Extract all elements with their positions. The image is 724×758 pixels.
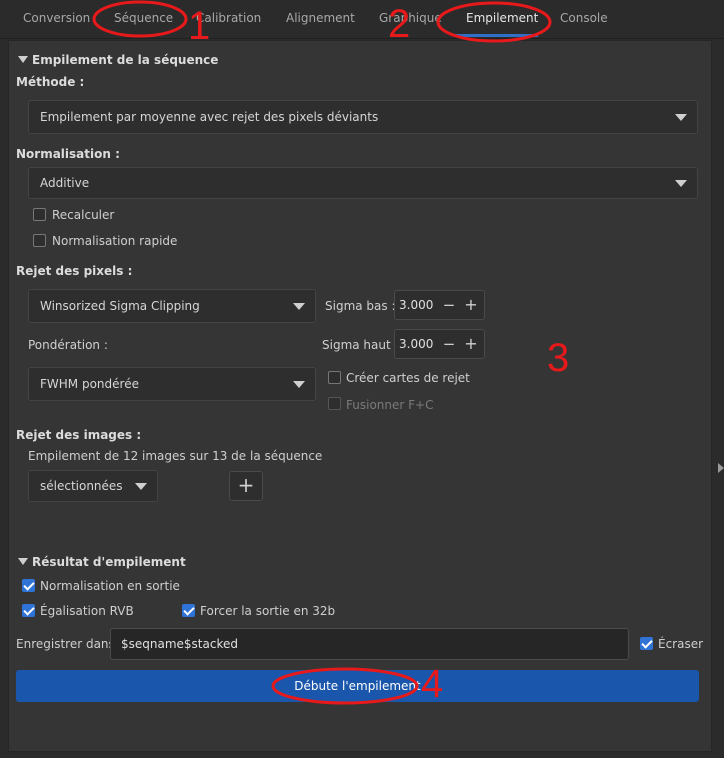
annotation-overlay [92, 0, 552, 705]
annotation-ellipse-sequence-tab [92, 0, 188, 38]
annotation-number-1: 1 [188, 4, 211, 48]
annotation-number-4: 4 [421, 662, 444, 706]
annotation-number-3: 3 [547, 336, 570, 380]
annotation-ellipse-start-button [271, 667, 419, 705]
annotation-number-2: 2 [388, 2, 411, 46]
annotation-ellipse-stacking-tab [436, 1, 552, 43]
